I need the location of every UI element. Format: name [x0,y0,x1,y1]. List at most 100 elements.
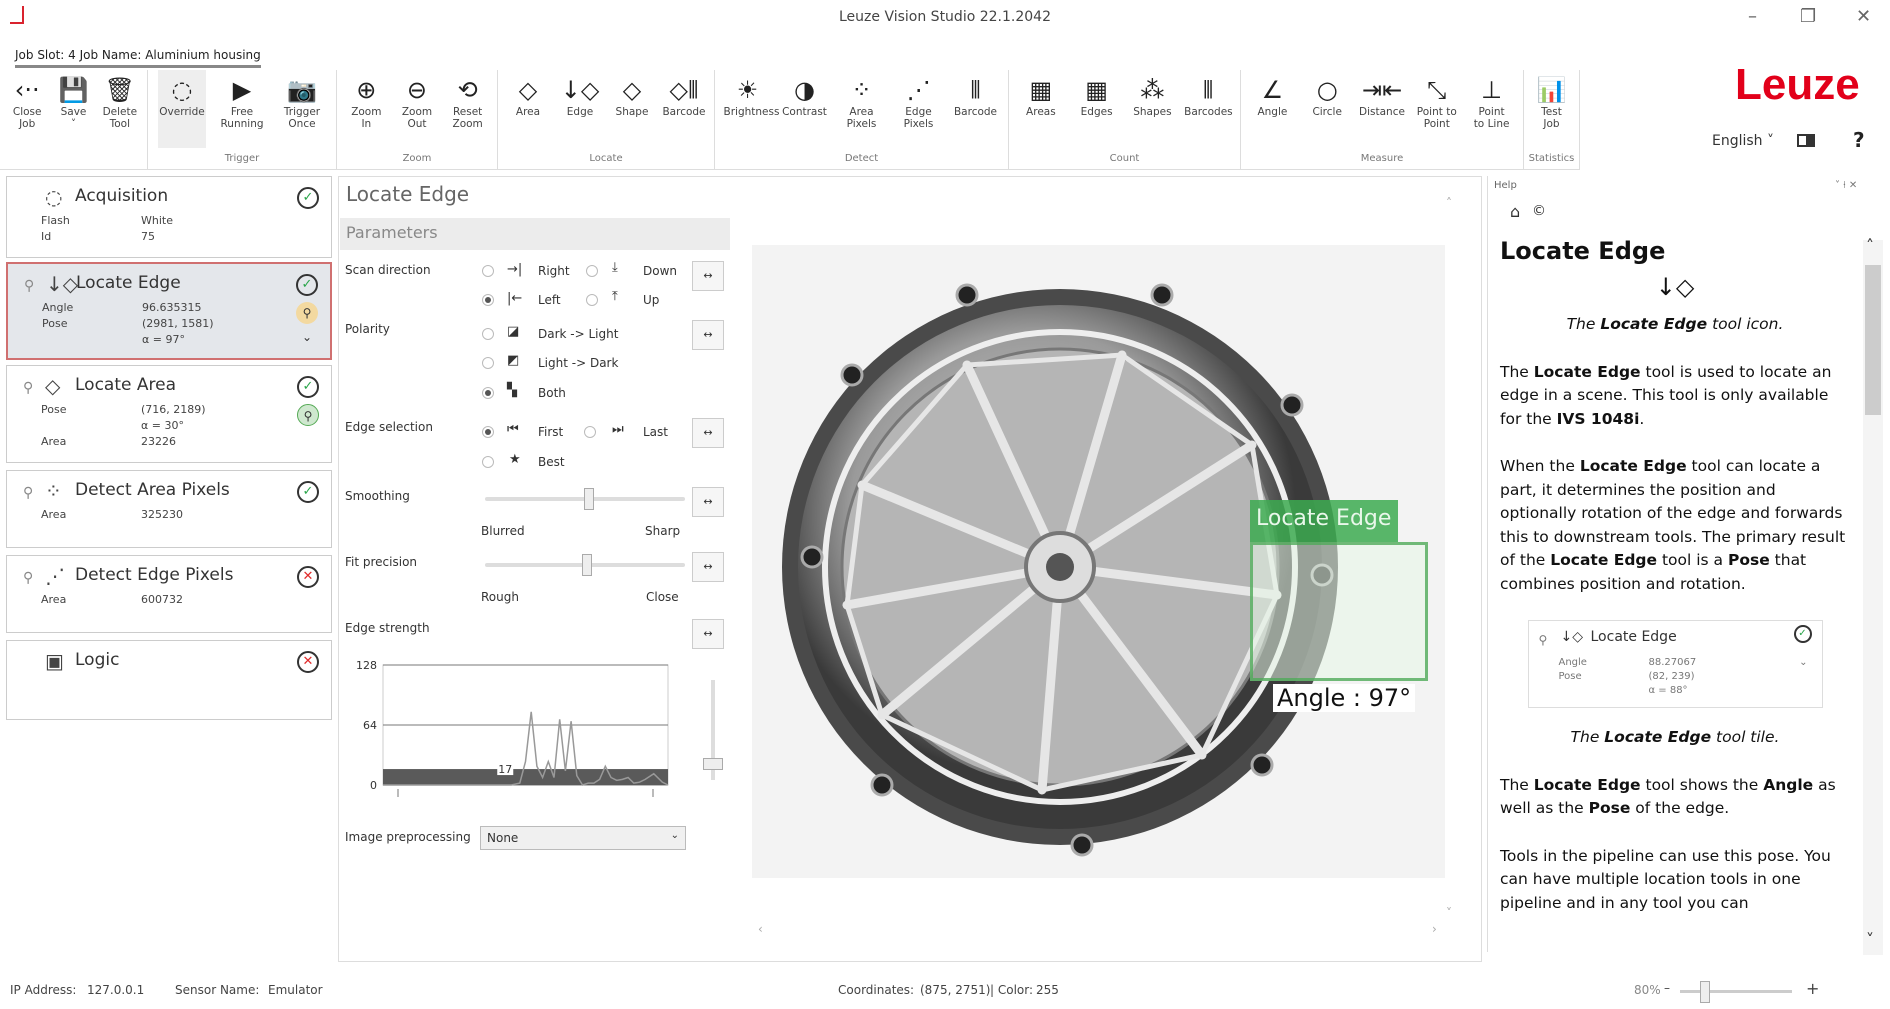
pose-pin-icon[interactable]: ⚲ [297,404,319,426]
last-edge-icon: ⏭ [612,422,624,437]
close-button[interactable]: ✕ [1856,6,1871,27]
image-preprocessing-select[interactable]: None ⌄ [480,826,686,850]
point-to-point-button[interactable]: ⤡ Point to Point [1413,70,1461,148]
reset-zoom-button[interactable]: ⟲ Reset Zoom [444,70,492,148]
count-barcodes-button[interactable]: ⦀ Barcodes [1184,70,1233,148]
pipeline-tile-detect-edge-pixels[interactable]: ⚲ ⋰ Detect Edge Pixels ✕ Area 600732 [6,555,332,633]
scroll-down-icon[interactable]: ˅ [1446,906,1452,920]
test-job-button[interactable]: 📊 Test Job [1528,70,1575,148]
threshold-slider[interactable] [703,680,723,780]
distance-button[interactable]: ⇥⇤ Distance [1358,70,1406,148]
detect-edge-pixels-icon: ⋰ [45,564,65,588]
zoom-slider[interactable] [1680,981,1792,1003]
pipeline-tile-locate-edge[interactable]: ⚲ ↓◇ Locate Edge ✓ Angle 96.635315 Pose (2981, … [6,262,332,360]
layout-toggle-icon[interactable] [1797,134,1815,147]
edge-strength-reset-button[interactable]: ↔ [692,619,724,649]
polarity-dark-light-radio[interactable] [482,328,494,340]
pipeline-tile-locate-area[interactable]: ⚲ ◇ Locate Area ✓ Pose (716, 2189) α = 30° Area… [6,365,332,463]
free-running-label: Free Running [220,106,264,130]
locate-area-button[interactable]: ◇ Area [504,70,552,148]
pipeline-tile-detect-area-pixels[interactable]: ⚲ ⁘ Detect Area Pixels ✓ Area 325230 [6,470,332,548]
brightness-button[interactable]: ☀ Brightness [724,70,780,148]
edge-selection-reset-button[interactable]: ↔ [692,418,724,448]
zoom-out-button[interactable]: ⊖ Zoom Out [393,70,441,148]
chevron-down-icon[interactable]: ⌄ [296,326,318,348]
language-select[interactable]: English ˅ [1712,133,1774,149]
detect-barcode-button[interactable]: ⦀ Barcode [952,70,1000,148]
polarity-both-radio[interactable] [482,387,494,399]
smoothing-reset-button[interactable]: ↔ [692,487,724,517]
count-areas-button[interactable]: ▦ Areas [1017,70,1065,148]
zoom-slider-thumb[interactable] [1700,981,1710,1003]
scroll-left-icon[interactable]: ‹ [758,922,763,936]
help-scrollbar-thumb[interactable] [1865,265,1881,415]
save-button[interactable]: 💾 Save ˅ [50,70,96,148]
edge-best-radio[interactable] [482,456,494,468]
edge-last-radio[interactable] [584,426,596,438]
count-edges-button[interactable]: ▦ Edges [1073,70,1121,148]
fit-precision-slider[interactable] [485,554,685,576]
help-scroll-down-icon[interactable]: ˅ [1866,930,1874,949]
delete-tool-button[interactable]: 🗑 Delete Tool [97,70,143,148]
locate-shape-button[interactable]: ◇ Shape [608,70,656,148]
locate-area-icon: ◇ [518,76,538,104]
pipeline-tile-acquisition[interactable]: ◌ Acquisition ✓ Flash White Id 75 [6,176,332,258]
scan-down-radio[interactable] [586,265,598,277]
pin-icon[interactable]: ⚲ [23,570,33,586]
count-shapes-button[interactable]: ⁂ Shapes [1128,70,1176,148]
help-scroll-up-icon[interactable]: ˄ [1866,236,1874,255]
pose-pin-icon[interactable]: ⚲ [296,302,318,324]
smoothing-label: Smoothing [345,489,410,503]
pin-icon[interactable]: ⚲ [24,278,34,294]
scan-left-radio[interactable] [482,294,494,306]
minimize-button[interactable]: – [1748,6,1757,27]
help-button[interactable]: ? [1853,128,1865,152]
tile-name: Acquisition [75,186,169,206]
tile-value: (2981, 1581) [142,317,214,330]
help-text-segment: tool shows the [1640,775,1764,794]
restore-button[interactable]: ❐ [1800,6,1816,27]
locate-barcode-button[interactable]: ◇⦀ Barcode [660,70,708,148]
free-running-button[interactable]: ▶ Free Running [218,70,266,148]
scroll-up-icon[interactable]: ˄ [1446,196,1452,210]
threshold-slider-thumb[interactable] [703,758,723,770]
locate-edge-button[interactable]: ↓◇ Edge [556,70,604,148]
point-to-line-button[interactable]: ⊥ Point to Line [1468,70,1516,148]
parameters-header[interactable]: Parameters [340,218,730,250]
fit-precision-reset-button[interactable]: ↔ [692,552,724,582]
polarity-reset-button[interactable]: ↔ [692,320,724,350]
home-icon[interactable]: ⌂ [1510,202,1520,221]
scan-right-radio[interactable] [482,265,494,277]
override-button[interactable]: ◌ Override [158,70,206,148]
pipeline-tile-logic[interactable]: ▣ Logic ✕ [6,640,332,720]
smoothing-slider-thumb[interactable] [583,488,594,510]
pin-icon[interactable]: ⚲ [23,380,33,396]
edge-pixels-button[interactable]: ⋰ Edge Pixels [895,70,943,148]
trigger-once-button[interactable]: 📷 Trigger Once [278,70,326,148]
count-edges-label: Edges [1080,106,1113,118]
fit-precision-slider-thumb[interactable] [581,554,592,576]
contrast-button[interactable]: ◑ Contrast [781,70,829,148]
polarity-light-dark-radio[interactable] [482,357,494,369]
zoom-out-button[interactable]: – [1664,981,1670,995]
title-bar: Leuze Vision Studio 22.1.2042 – ❐ ✕ [0,0,1890,36]
edge-first-radio[interactable] [482,426,494,438]
smoothing-slider[interactable] [485,488,685,510]
help-text-segment: tool icon. [1707,315,1784,333]
help-panel-controls[interactable]: ˅ ⍿ ✕ [1835,180,1857,191]
chevron-down-icon[interactable]: ⌄ [1799,651,1807,675]
scan-up-radio[interactable] [586,294,598,306]
zoom-in-button[interactable]: ⊕ Zoom In [342,70,390,148]
zoom-in-button[interactable]: + [1806,979,1819,998]
ribbon-toolbar: ‹·· Close Job 💾 Save ˅ 🗑 Delete Tool ◌ Override… [0,70,1580,170]
locate-edge-label: Edge [566,106,594,118]
scroll-right-icon[interactable]: › [1432,922,1437,936]
pin-icon[interactable]: ⚲ [23,485,33,501]
copyright-icon[interactable]: © [1532,203,1546,219]
close-job-button[interactable]: ‹·· Close Job [4,70,50,148]
angle-button[interactable]: ∠ Angle [1248,70,1296,148]
area-pixels-button[interactable]: ⁘ Area Pixels [838,70,886,148]
scan-direction-reset-button[interactable]: ↔ [692,261,724,291]
circle-button[interactable]: ○ Circle [1303,70,1351,148]
locate-edge-roi-box[interactable] [1250,542,1428,681]
